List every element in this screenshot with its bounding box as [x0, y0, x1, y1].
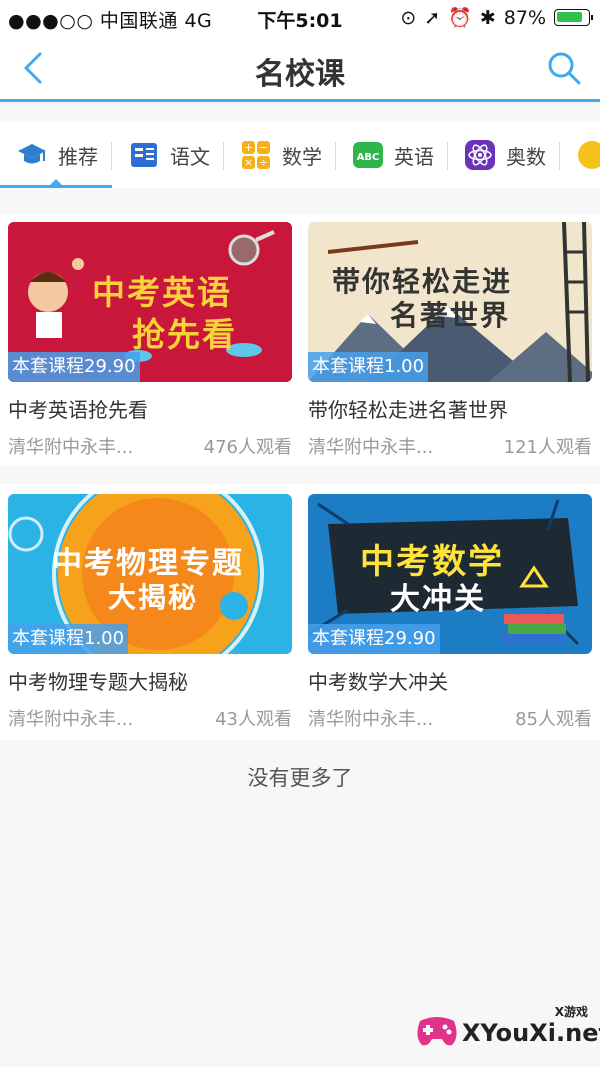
svg-text:ABC: ABC: [357, 152, 380, 163]
school-name: 清华附中永丰...: [308, 709, 434, 730]
course-title: 带你轻松走进名著世界: [308, 398, 508, 422]
course-thumbnail: 中考数学 大冲关 本套课程29.90: [308, 494, 592, 654]
thumbnail-headline-2: 抢先看: [132, 315, 237, 354]
abc-icon: ABC: [353, 142, 383, 168]
course-meta: 清华附中永丰... 121人观看: [308, 433, 592, 459]
course-thumbnail: 中考英语 抢先看 本套课程29.90: [8, 222, 292, 382]
school-name: 清华附中永丰...: [8, 709, 134, 730]
lock-rotation-icon: ⊙: [400, 6, 417, 29]
status-right: ⊙ ➚ ⏰ ✱ 87%: [400, 6, 593, 29]
course-title: 中考物理专题大揭秘: [8, 670, 188, 694]
tab-olympiad[interactable]: 奥数: [448, 122, 560, 188]
bluetooth-icon: ✱: [479, 6, 496, 29]
course-meta: 清华附中永丰... 43人观看: [8, 705, 292, 731]
nav-bar: 名校课: [0, 34, 600, 102]
price-badge: 本套课程1.00: [8, 624, 129, 654]
alarm-icon: ⏰: [448, 7, 472, 29]
course-card[interactable]: 中考物理专题 大揭秘 本套课程1.00 中考物理专题大揭秘 清华附中永丰... …: [8, 494, 292, 731]
view-count: 476人观看: [203, 437, 292, 458]
atom-icon: [465, 140, 495, 170]
calculator-icon: + − × ÷: [242, 141, 270, 169]
thumbnail-headline-1: 中考英语: [92, 273, 232, 312]
view-count: 85人观看: [515, 709, 592, 730]
school-name: 清华附中永丰...: [8, 437, 134, 458]
battery-percent: 87%: [503, 6, 546, 29]
tab-label: 奥数: [506, 144, 546, 169]
watermark-text: XYouXi.net: [462, 1019, 600, 1047]
svg-text:+: +: [244, 141, 253, 154]
watermark-logo: X游戏 XYouXi.net: [414, 1001, 600, 1057]
search-button[interactable]: [544, 48, 584, 88]
svg-text:−: −: [259, 141, 268, 154]
page-title: 名校课: [255, 57, 345, 92]
more-category-icon: [578, 141, 600, 169]
tab-english[interactable]: ABC 英语: [336, 122, 448, 188]
location-icon: ➚: [424, 6, 441, 29]
course-row-2: 中考物理专题 大揭秘 本套课程1.00 中考物理专题大揭秘 清华附中永丰... …: [0, 484, 600, 740]
course-title: 中考数学大冲关: [308, 670, 448, 694]
tab-recommend[interactable]: 推荐: [0, 122, 112, 188]
price-badge: 本套课程29.90: [8, 352, 140, 382]
category-tabs: 推荐 语文 + − × ÷ 数学 ABC 英语 奥数: [0, 122, 600, 188]
course-title: 中考英语抢先看: [8, 398, 148, 422]
watermark-small: X游戏: [554, 1005, 588, 1019]
thumbnail-headline-2: 大揭秘: [108, 581, 199, 614]
course-thumbnail: 带你轻松走进 名著世界 本套课程1.00: [308, 222, 592, 382]
tab-more-partial[interactable]: [560, 122, 600, 188]
graduation-cap-icon: [18, 144, 46, 164]
thumbnail-headline-2: 大冲关: [390, 582, 486, 617]
course-thumbnail: 中考物理专题 大揭秘 本套课程1.00: [8, 494, 292, 654]
gamepad-icon: [417, 1017, 457, 1046]
course-card[interactable]: 中考英语 抢先看 本套课程29.90 中考英语抢先看 清华附中永丰... 476…: [8, 222, 292, 459]
book-icon: [131, 143, 157, 167]
tab-label: 推荐: [58, 144, 98, 169]
view-count: 121人观看: [503, 437, 592, 458]
price-badge: 本套课程29.90: [308, 624, 440, 654]
tab-chinese[interactable]: 语文: [112, 122, 224, 188]
course-row-1: 中考英语 抢先看 本套课程29.90 中考英语抢先看 清华附中永丰... 476…: [0, 214, 600, 466]
view-count: 43人观看: [215, 709, 292, 730]
tab-math[interactable]: + − × ÷ 数学: [224, 122, 336, 188]
course-card[interactable]: 带你轻松走进 名著世界 本套课程1.00 带你轻松走进名著世界 清华附中永丰..…: [308, 222, 592, 459]
search-icon: [548, 52, 581, 85]
price-badge: 本套课程1.00: [308, 352, 429, 382]
svg-text:×: ×: [244, 156, 253, 169]
svg-text:÷: ÷: [259, 156, 268, 169]
school-name: 清华附中永丰...: [308, 437, 434, 458]
course-meta: 清华附中永丰... 85人观看: [308, 705, 592, 731]
battery-icon: [554, 9, 593, 26]
no-more-label: 没有更多了: [247, 766, 353, 790]
course-meta: 清华附中永丰... 476人观看: [8, 433, 292, 459]
tab-label: 英语: [394, 144, 434, 169]
tab-label: 数学: [282, 144, 322, 169]
tab-label: 语文: [170, 144, 210, 169]
status-bar: ●●●○○ 中国联通 4G 下午5:01 ⊙ ➚ ⏰ ✱ 87%: [0, 0, 600, 34]
thumbnail-headline-2: 名著世界: [390, 299, 511, 332]
course-card[interactable]: 中考数学 大冲关 本套课程29.90 中考数学大冲关 清华附中永丰... 85人…: [308, 494, 592, 731]
